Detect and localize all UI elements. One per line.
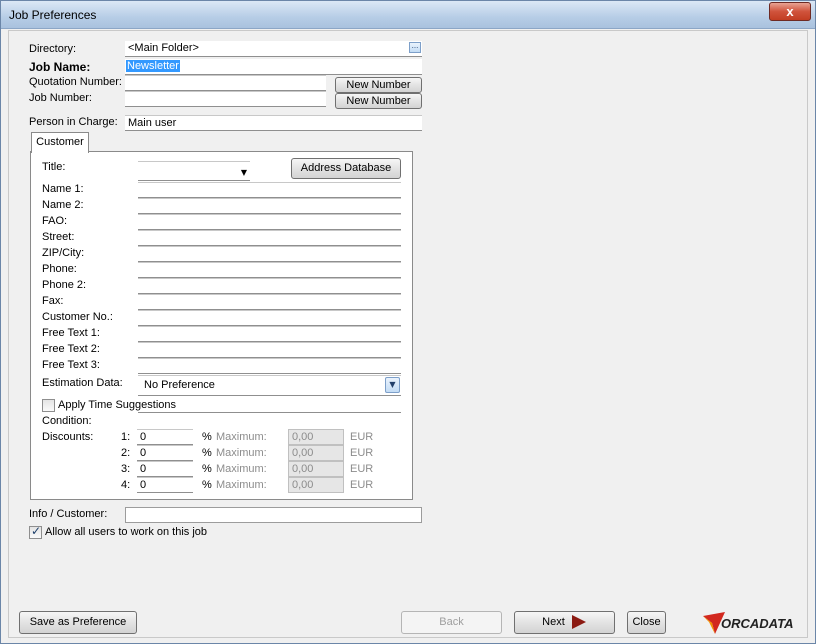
discount-2-maximum-input[interactable]: 0,00: [288, 445, 344, 461]
window-close-button[interactable]: x: [769, 2, 811, 21]
zip-city-label: ZIP/City:: [42, 247, 85, 259]
discount-3-currency: EUR: [350, 463, 374, 475]
discount-1-input[interactable]: 0: [137, 429, 193, 445]
directory-browse-button[interactable]: ...: [409, 42, 421, 53]
chevron-down-icon: ▼: [240, 168, 247, 177]
discount-2-percent: %: [202, 447, 212, 459]
job-name-label: Job Name:: [29, 60, 91, 74]
discount-1-currency: EUR: [350, 431, 374, 443]
directory-value: <Main Folder>: [128, 42, 199, 54]
name-1-label: Name 1:: [42, 183, 84, 195]
info-customer-label: Info / Customer:: [29, 508, 108, 520]
free-text-2-label: Free Text 2:: [42, 343, 100, 355]
discounts-label: Discounts:: [42, 431, 94, 443]
discount-2-currency: EUR: [350, 447, 374, 459]
discount-3-maximum-label: Maximum:: [216, 463, 267, 475]
job-number-input[interactable]: [125, 91, 326, 107]
job-name-input[interactable]: Newsletter: [125, 59, 422, 75]
discount-4-maximum-input[interactable]: 0,00: [288, 477, 344, 493]
discount-2-index: 2:: [121, 447, 131, 459]
zip-city-input[interactable]: [138, 246, 401, 262]
free-text-3-input[interactable]: [138, 358, 401, 374]
person-in-charge-field[interactable]: Main user: [125, 115, 422, 131]
fao-input[interactable]: [138, 214, 401, 230]
discount-2-input[interactable]: 0: [137, 445, 193, 461]
name-1-input[interactable]: [138, 182, 401, 198]
directory-field[interactable]: <Main Folder> ...: [125, 41, 422, 57]
discount-4-maximum-label: Maximum:: [216, 479, 267, 491]
discount-3-input[interactable]: 0: [137, 461, 193, 477]
dialog-client-area: Directory: <Main Folder> ... Job Name: N…: [8, 30, 808, 638]
street-label: Street:: [42, 231, 75, 243]
free-text-2-input[interactable]: [138, 342, 401, 358]
phone-input[interactable]: [138, 262, 401, 278]
discount-3-maximum-input[interactable]: 0,00: [288, 461, 344, 477]
play-arrow-icon: [571, 615, 586, 630]
fax-input[interactable]: [138, 294, 401, 310]
fax-label: Fax:: [42, 295, 64, 307]
name-2-label: Name 2:: [42, 199, 84, 211]
directory-label: Directory:: [29, 43, 77, 55]
next-button[interactable]: Next: [514, 611, 615, 634]
discount-1-maximum-input[interactable]: 0,00: [288, 429, 344, 445]
apply-time-suggestions-label: Apply Time Suggestions: [58, 399, 177, 411]
close-button[interactable]: Close: [627, 611, 666, 634]
orcadata-logo: ORCADATA: [703, 610, 803, 634]
job-number-label: Job Number:: [29, 92, 92, 104]
save-as-preference-button[interactable]: Save as Preference: [19, 611, 137, 634]
condition-label: Condition:: [42, 415, 92, 427]
discount-2-maximum-label: Maximum:: [216, 447, 267, 459]
apply-time-suggestions-checkbox[interactable]: [42, 399, 55, 412]
job-name-value: Newsletter: [126, 60, 180, 72]
estimation-data-label: Estimation Data:: [42, 377, 123, 389]
discount-3-percent: %: [202, 463, 212, 475]
phone-2-input[interactable]: [138, 278, 401, 294]
customer-no-input[interactable]: [138, 310, 401, 326]
tab-customer[interactable]: Customer: [31, 132, 89, 153]
job-preferences-window: Job Preferences x Directory: <Main Folde…: [0, 0, 816, 644]
job-new-number-button[interactable]: New Number: [335, 93, 422, 109]
allow-all-users-label: Allow all users to work on this job: [45, 526, 208, 538]
discount-4-input[interactable]: 0: [137, 477, 193, 493]
customer-no-label: Customer No.:: [42, 311, 113, 323]
discount-4-currency: EUR: [350, 479, 374, 491]
quotation-number-input[interactable]: [125, 75, 326, 91]
quotation-new-number-button[interactable]: New Number: [335, 77, 422, 93]
divider: [138, 412, 401, 413]
title-dropdown[interactable]: ▼: [138, 161, 250, 181]
discount-4-percent: %: [202, 479, 212, 491]
phone-2-label: Phone 2:: [42, 279, 87, 291]
allow-all-users-checkbox[interactable]: [29, 524, 42, 539]
title-label: Title:: [42, 161, 66, 173]
window-title: Job Preferences: [9, 8, 97, 22]
name-2-input[interactable]: [138, 198, 401, 214]
street-input[interactable]: [138, 230, 401, 246]
address-database-button[interactable]: Address Database: [291, 158, 401, 179]
back-button[interactable]: Back: [401, 611, 502, 634]
discount-4-index: 4:: [121, 479, 131, 491]
fao-label: FAO:: [42, 215, 68, 227]
title-bar[interactable]: Job Preferences x: [1, 1, 815, 29]
estimation-data-dropdown[interactable]: No Preference ▼: [138, 375, 401, 396]
discount-1-percent: %: [202, 431, 212, 443]
info-customer-input[interactable]: [125, 507, 422, 523]
phone-label: Phone:: [42, 263, 77, 275]
free-text-1-input[interactable]: [138, 326, 401, 342]
free-text-3-label: Free Text 3:: [42, 359, 100, 371]
discount-1-maximum-label: Maximum:: [216, 431, 267, 443]
logo-text: ORCADATA: [721, 616, 794, 631]
free-text-1-label: Free Text 1:: [42, 327, 100, 339]
person-in-charge-label: Person in Charge:: [29, 116, 118, 128]
discount-1-index: 1:: [121, 431, 131, 443]
estimation-data-value: No Preference: [144, 379, 215, 391]
next-button-label: Next: [542, 616, 565, 628]
discount-3-index: 3:: [121, 463, 131, 475]
chevron-down-icon[interactable]: ▼: [385, 377, 400, 393]
quotation-number-label: Quotation Number:: [29, 76, 122, 88]
